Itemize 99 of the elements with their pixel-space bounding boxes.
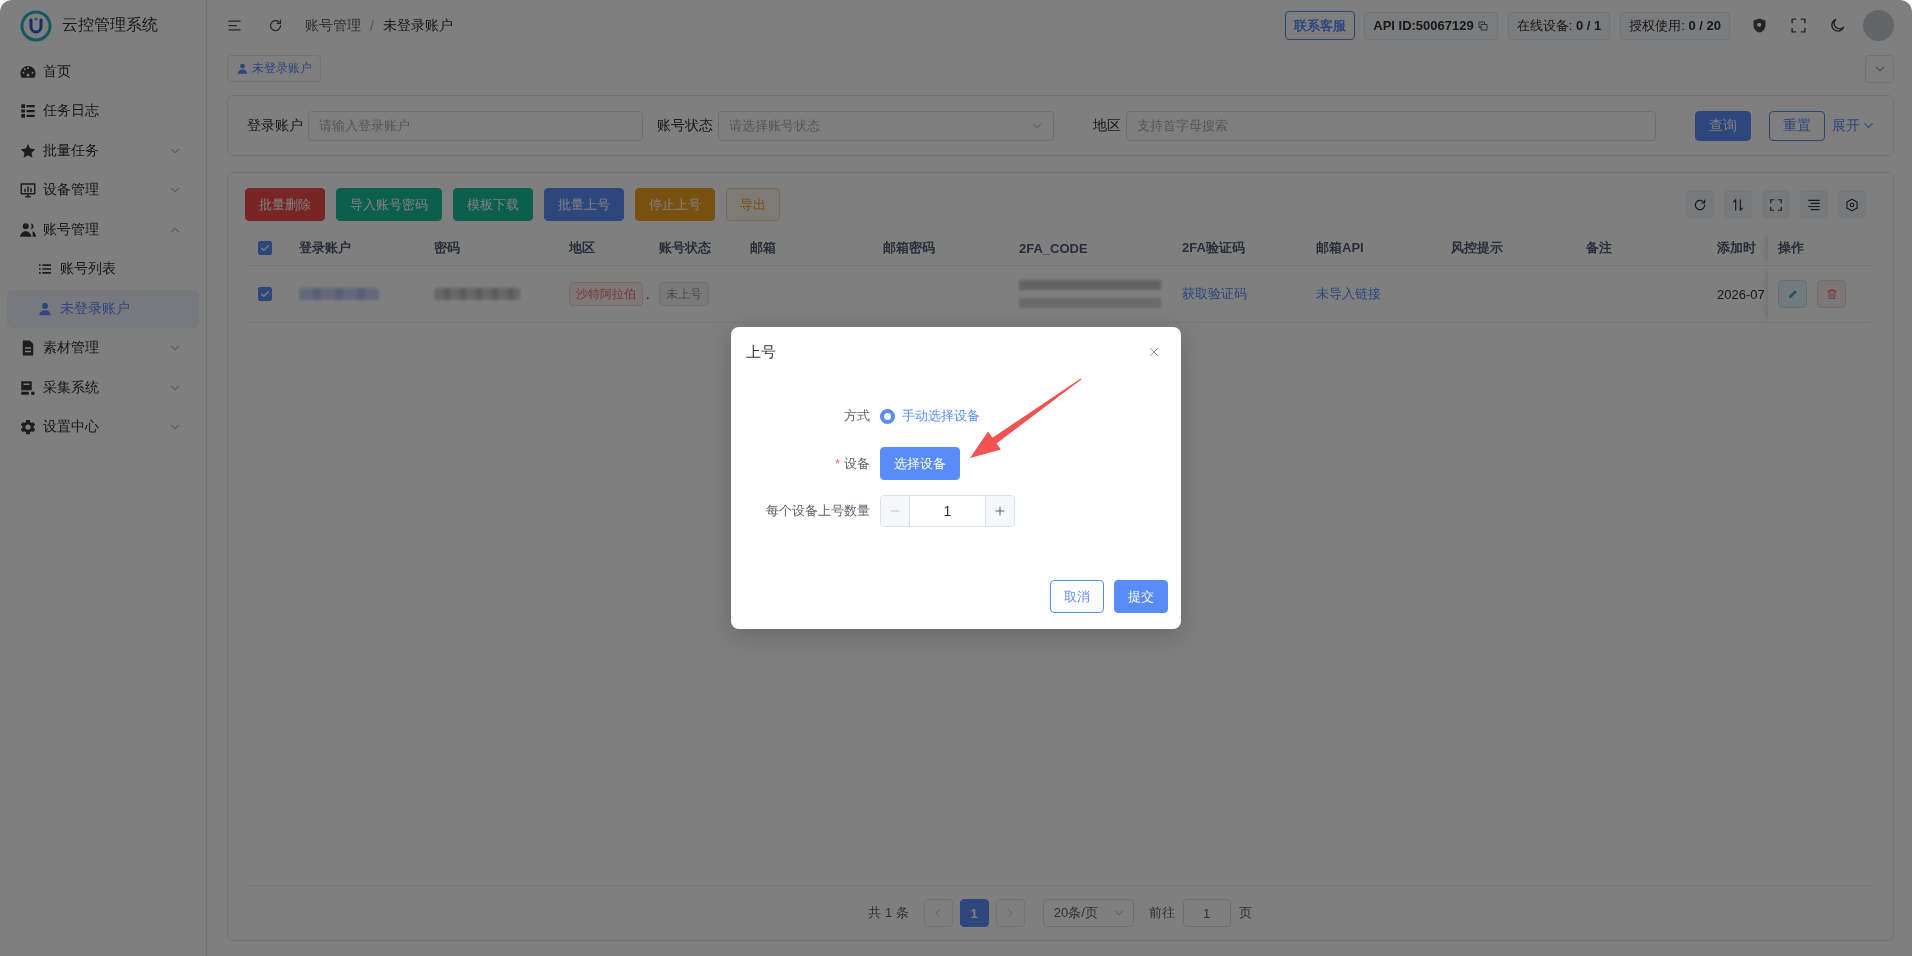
overflow-ellipsis: .. xyxy=(646,286,654,302)
fullscreen-button[interactable] xyxy=(1762,190,1790,219)
row-checkbox[interactable] xyxy=(258,287,272,301)
dialog-title: 上号 xyxy=(746,342,776,362)
sort-icon xyxy=(1731,197,1745,212)
list-icon xyxy=(19,102,37,121)
sidebar-item[interactable]: 采集系统 xyxy=(7,369,199,407)
moon-icon[interactable] xyxy=(1829,17,1846,34)
sidebar-item[interactable]: 任务日志 xyxy=(7,92,199,130)
usage-badge: 在线设备: 0 / 1 xyxy=(1507,11,1611,40)
copy-icon[interactable] xyxy=(1476,19,1489,32)
action-button[interactable]: 导出 xyxy=(726,188,780,221)
shield-icon[interactable] xyxy=(1751,17,1768,34)
filter-label: 账号状态 xyxy=(657,116,714,135)
pencil-icon xyxy=(1786,288,1799,300)
column-header: 添加时 xyxy=(1717,239,1756,257)
logo-icon xyxy=(20,9,52,42)
sidebar-subitem[interactable]: 未登录账户 xyxy=(7,290,199,328)
filter-label: 登录账户 xyxy=(247,116,303,135)
action-button[interactable]: 停止上号 xyxy=(635,188,715,221)
settings-icon xyxy=(1845,197,1859,212)
column-header: 操作 xyxy=(1778,239,1804,257)
number-input[interactable]: 1 xyxy=(880,495,1015,527)
edit-button[interactable] xyxy=(1778,280,1807,308)
form-label: 设备 xyxy=(844,454,870,473)
fullscreen-icon[interactable] xyxy=(1790,17,1807,34)
column-header: 邮箱密码 xyxy=(883,239,935,257)
column-header: 密码 xyxy=(434,239,460,257)
breadcrumb-item[interactable]: 未登录账户 xyxy=(382,16,453,35)
form-label: 方式 xyxy=(844,407,870,425)
fullscreen-icon xyxy=(1769,197,1783,212)
refresh-icon[interactable] xyxy=(268,18,283,33)
table-tag: 沙特阿拉伯 xyxy=(569,282,643,306)
action-button[interactable]: 批量删除 xyxy=(245,188,325,221)
users-icon xyxy=(19,220,37,239)
filter-label: 地区 xyxy=(1093,116,1122,135)
trash-icon xyxy=(1825,288,1838,300)
expand-link[interactable]: 展开 xyxy=(1832,116,1875,135)
select-device-button[interactable]: 选择设备 xyxy=(880,447,960,480)
table-link[interactable]: 未导入链接 xyxy=(1316,285,1381,303)
lines-icon xyxy=(1807,197,1821,212)
column-header: 2FA验证码 xyxy=(1182,239,1245,257)
total-count: 共 1 条 xyxy=(868,904,909,922)
dialog-button[interactable]: 取消 xyxy=(1050,580,1104,613)
user-icon xyxy=(37,300,53,317)
settings-button[interactable] xyxy=(1838,190,1866,219)
column-header: 风控提示 xyxy=(1451,239,1503,257)
monitor-icon xyxy=(19,181,37,200)
column-header: 登录账户 xyxy=(299,239,351,257)
device-icon xyxy=(19,378,37,397)
page-input[interactable]: 1 xyxy=(1182,899,1231,927)
sidebar-item[interactable]: 首页 xyxy=(7,53,199,91)
column-header: 地区 xyxy=(569,239,595,257)
column-header: 邮箱 xyxy=(750,239,776,257)
close-icon[interactable] xyxy=(1148,346,1160,358)
search-button[interactable]: 查询 xyxy=(1695,110,1751,141)
action-button[interactable]: 模板下载 xyxy=(453,188,533,221)
refresh-icon xyxy=(1693,197,1707,212)
page-button[interactable]: 1 xyxy=(959,899,989,927)
increment-button[interactable] xyxy=(985,496,1014,526)
breadcrumb-separator: / xyxy=(370,17,374,34)
column-header: 账号状态 xyxy=(659,239,711,257)
check-icon xyxy=(260,243,270,253)
sidebar-item[interactable]: 批量任务 xyxy=(7,132,199,170)
check-icon xyxy=(260,289,270,299)
app-title: 云控管理系统 xyxy=(62,15,158,35)
tab[interactable]: 未登录账户 xyxy=(227,55,321,82)
settings-icon xyxy=(19,418,37,437)
table-link[interactable]: 获取验证码 xyxy=(1182,285,1247,303)
reset-button[interactable]: 重置 xyxy=(1769,110,1825,141)
menu-icon[interactable] xyxy=(227,18,242,33)
action-button[interactable]: 批量上号 xyxy=(544,188,624,221)
sidebar-item[interactable]: 设置中心 xyxy=(7,408,199,446)
select-all-checkbox[interactable] xyxy=(258,241,272,255)
sidebar-item[interactable]: 素材管理 xyxy=(7,329,199,367)
support-button[interactable]: 联系客服 xyxy=(1285,11,1356,40)
page-suffix: 页 xyxy=(1238,904,1252,922)
sidebar-subitem[interactable]: 账号列表 xyxy=(7,250,199,288)
table-cell: 2026-07 xyxy=(1717,286,1765,302)
user-icon xyxy=(236,62,249,75)
usage-badge: 授权使用: 0 / 20 xyxy=(1620,11,1730,40)
api-id-text: API ID:50067129 xyxy=(1373,18,1474,33)
sort-button[interactable] xyxy=(1724,190,1752,219)
radio-option[interactable]: 手动选择设备 xyxy=(880,407,980,425)
action-button[interactable]: 导入账号密码 xyxy=(336,188,442,221)
dialog-button[interactable]: 提交 xyxy=(1114,580,1168,613)
breadcrumb-item[interactable]: 账号管理 xyxy=(305,16,361,35)
column-header: 2FA_CODE xyxy=(1019,240,1088,256)
column-header: 备注 xyxy=(1586,239,1612,257)
form-label: 每个设备上号数量 xyxy=(766,502,870,520)
refresh-button[interactable] xyxy=(1686,190,1714,219)
page-size-select[interactable]: 20条/页 xyxy=(1042,899,1134,927)
sidebar-item[interactable]: 设备管理 xyxy=(7,171,199,209)
sidebar-item[interactable]: 账号管理 xyxy=(7,211,199,249)
plus-icon xyxy=(994,505,1006,517)
required-mark: * xyxy=(834,456,840,471)
goto-label: 前往 xyxy=(1148,904,1175,922)
column-header: 邮箱API xyxy=(1316,239,1364,257)
density-button[interactable] xyxy=(1800,190,1828,219)
